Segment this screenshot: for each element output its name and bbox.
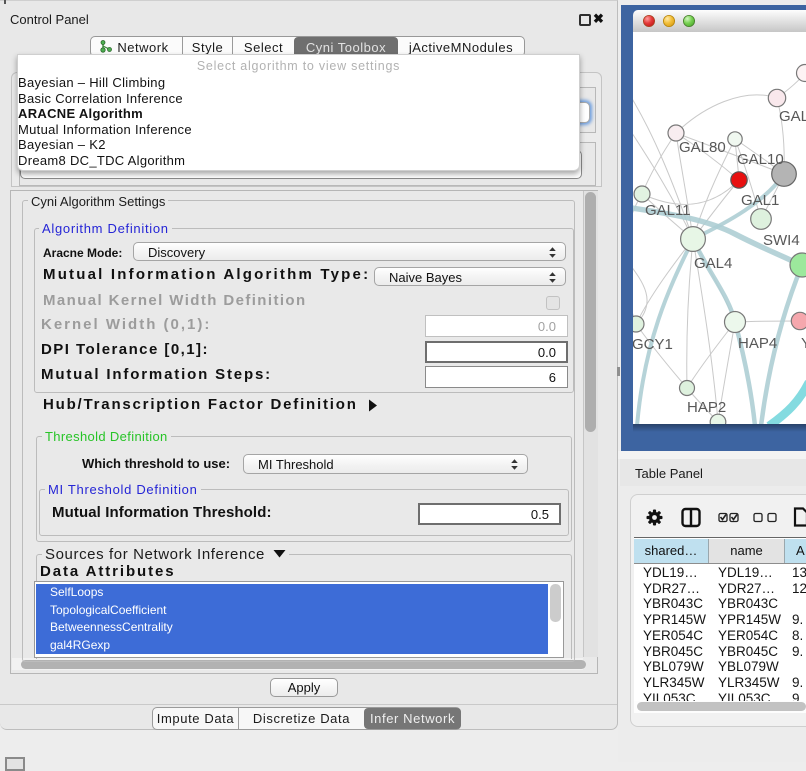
svg-text:GAL: GAL — [779, 108, 806, 125]
svg-text:SWI4: SWI4 — [763, 232, 800, 249]
svg-text:GAL10: GAL10 — [737, 151, 784, 168]
svg-text:HAP4: HAP4 — [738, 335, 777, 352]
svg-text:Y: Y — [801, 335, 806, 352]
svg-text:GAL11: GAL11 — [645, 202, 691, 219]
svg-text:GAL4: GAL4 — [694, 255, 732, 272]
svg-text:GAL80: GAL80 — [679, 139, 726, 156]
svg-text:GCY1: GCY1 — [633, 336, 673, 353]
svg-text:HAP2: HAP2 — [687, 399, 726, 416]
svg-text:GAL1: GAL1 — [741, 192, 779, 209]
